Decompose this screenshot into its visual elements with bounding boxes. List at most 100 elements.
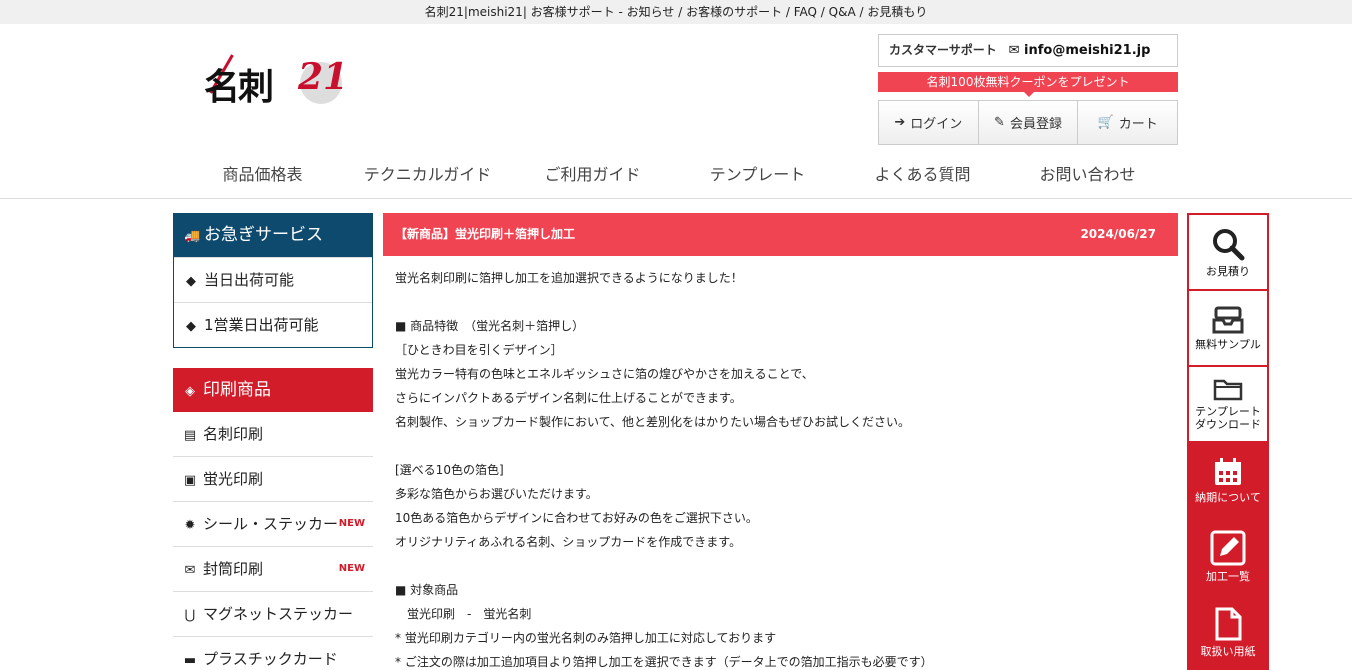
register-label: 会員登録 [1009,117,1062,132]
nav-faq[interactable]: よくある質問 [840,160,1005,190]
news-line: 蛍光カラー特有の色味とエネルギッシュさに箔の煌びやかさを加えることで、 [395,367,814,381]
file-icon [1215,607,1242,640]
top-announcement-text: 名刺21|meishi21| お客様サポート - お知らせ / お客様のサポート… [424,5,928,19]
credit-card-icon: ▬ [183,653,197,668]
coupon-pointer [1024,92,1034,97]
cart-icon: 🛒 [1097,115,1114,130]
news-line [395,290,1166,314]
support-email[interactable]: ✉ info@meishi21.jp [1009,43,1151,58]
magnet-icon: ⋃ [184,608,196,623]
template-label-line1: テンプレート [1195,405,1261,418]
news-line: * ご注文の際は加工追加項目より箔押し加工を選択できます（データ上での箔加工指示… [395,655,933,669]
support-email-text: info@meishi21.jp [1024,43,1151,58]
nav-divider [0,198,1352,199]
login-label: ログイン [910,117,963,132]
news-article: 【新商品】蛍光印刷＋箔押し加工 2024/06/27 蛍光名刺印刷に箔押し加工を… [383,213,1178,670]
nav-usage-guide[interactable]: ご利用ガイド [510,160,675,190]
sidebar-item-magnet[interactable]: ⋃ マグネットステッカー [173,592,373,637]
envelope-icon: ✉ [1008,43,1020,58]
quote-label: お見積り [1206,264,1250,278]
inbox-icon [1212,306,1244,333]
register-button[interactable]: ✎ 会員登録 [978,101,1079,144]
sidebar-item-label: 封筒印刷 [203,560,264,578]
nav-template[interactable]: テンプレート [675,160,840,190]
sidebar-item-fluorescent[interactable]: ▣ 蛍光印刷 [173,457,373,502]
urgent-item-label: 当日出荷可能 [204,271,295,289]
urgent-item-label: 1営業日出荷可能 [204,316,319,334]
news-line: 蛍光印刷 - 蛍光名刺 [395,607,532,621]
envelope-icon: ✉ [184,563,196,578]
free-sample-label: 無料サンプル [1195,337,1261,351]
support-label: カスタマーサポート [889,43,997,57]
urgent-service-title: お急ぎサービス [204,225,323,245]
sidebar-item-plastic-card[interactable]: ▬ プラスチックカード [173,637,373,670]
processing-list-button[interactable]: 加工一覧 [1189,519,1267,593]
news-date: 2024/06/27 [1080,227,1156,241]
folder-icon [1213,379,1243,401]
sidebar-item-business-card[interactable]: ▤ 名刺印刷 [173,412,373,457]
delivery-button[interactable]: 納期について [1189,443,1267,517]
news-line: ■ 対象商品 [395,583,459,597]
template-label-line2: ダウンロード [1195,418,1261,431]
coupon-text: 名刺100枚無料クーポンをプレゼント [926,75,1130,89]
nav-technical-guide[interactable]: テクニカルガイド [345,160,510,190]
new-badge: NEW [338,518,365,529]
nav-price-list[interactable]: 商品価格表 [180,160,345,190]
news-line: 蛍光名刺印刷に箔押し加工を追加選択できるようになりました！ [395,271,743,285]
quote-button[interactable]: お見積り [1189,215,1267,289]
customer-support-box: カスタマーサポート ✉ info@meishi21.jp [878,34,1178,67]
sidebar-item-label: プラスチックカード [203,650,338,668]
delivery-label: 納期について [1195,490,1261,504]
top-announcement-bar: 名刺21|meishi21| お客様サポート - お知らせ / お客様のサポート… [0,0,1352,24]
main-navigation: 商品価格表 テクニカルガイド ご利用ガイド テンプレート よくある質問 お問い合… [180,160,1170,190]
paper-label: 取扱い用紙 [1200,644,1256,658]
news-body: 蛍光名刺印刷に箔押し加工を追加選択できるようになりました！ ■ 商品特徴 （蛍光… [383,256,1178,670]
news-line: * 蛍光印刷カテゴリー内の蛍光名刺のみ箔押し加工に対応しております [395,631,777,645]
box-icon: ◆ [186,274,196,289]
news-line: 10色ある箔色からデザインに合わせてお好みの色をご選択下さい。 [395,511,758,525]
news-line [395,434,1166,458]
left-sidebar: 🚚 お急ぎサービス ◆ 当日出荷可能 ◆ 1営業日出荷可能 ◈ 印刷商品 ▤ 名刺印刷 ▣… [173,213,373,670]
logo-number: 21 [298,56,349,98]
cart-label: カート [1118,117,1158,132]
auth-button-group: ➔ ログイン ✎ 会員登録 🛒 カート [878,100,1178,145]
edit-icon [1210,530,1246,565]
sidebar-item-label: マグネットステッカー [203,605,354,623]
news-line: さらにインパクトあるデザイン名刺に仕上げることができます。 [395,391,742,405]
news-line: 名刺製作、ショップカード製作において、他と差別化をはかりたい場合もぜひお試しくだ… [395,415,911,429]
login-icon: ➔ [894,115,906,130]
template-download-button[interactable]: テンプレート ダウンロード [1189,367,1267,441]
news-line: ［ひときわ目を引くデザイン］ [395,343,563,357]
free-sample-button[interactable]: 無料サンプル [1189,291,1267,365]
paper-types-button[interactable]: 取扱い用紙 [1189,595,1267,669]
news-line [395,554,1166,578]
print-products-title: 印刷商品 [203,380,271,400]
id-badge-icon: ▣ [183,473,197,488]
login-button[interactable]: ➔ ログイン [879,101,979,144]
urgent-item-next-day[interactable]: ◆ 1営業日出荷可能 [174,302,372,347]
news-line: [選べる10色の箔色] [395,463,504,477]
print-products-header: ◈ 印刷商品 [173,368,373,412]
paint-bucket-icon: ◈ [185,384,195,399]
sidebar-item-label: 蛍光印刷 [203,470,264,488]
site-logo[interactable]: 名刺 21 [200,52,350,124]
truck-icon: 🚚 [184,229,201,244]
urgent-item-same-day[interactable]: ◆ 当日出荷可能 [174,257,372,302]
coupon-banner[interactable]: 名刺100枚無料クーポンをプレゼント [878,72,1178,92]
news-header: 【新商品】蛍光印刷＋箔押し加工 2024/06/27 [383,213,1178,256]
right-quick-links: お見積り 無料サンプル テンプレート ダウンロード 納期について 加工一覧 取扱… [1187,213,1269,670]
sidebar-item-envelope[interactable]: ✉ 封筒印刷 NEW [173,547,373,592]
urgent-service-header: 🚚 お急ぎサービス [174,214,372,257]
calendar-icon [1215,457,1241,485]
certificate-icon: ✹ [184,518,196,533]
cart-button[interactable]: 🛒 カート [1078,101,1178,144]
sidebar-item-label: シール・ステッカー [203,515,339,533]
sidebar-item-label: 名刺印刷 [203,425,264,443]
nav-contact[interactable]: お問い合わせ [1005,160,1170,190]
new-badge: NEW [338,563,365,574]
news-line: 多彩な箔色からお選びいただけます。 [395,487,598,501]
news-line: オリジナリティあふれる名刺、ショップカードを作成できます。 [395,535,742,549]
sidebar-item-sticker[interactable]: ✹ シール・ステッカー NEW [173,502,373,547]
pencil-icon: ✎ [994,115,1005,130]
news-title: 【新商品】蛍光印刷＋箔押し加工 [395,227,576,241]
